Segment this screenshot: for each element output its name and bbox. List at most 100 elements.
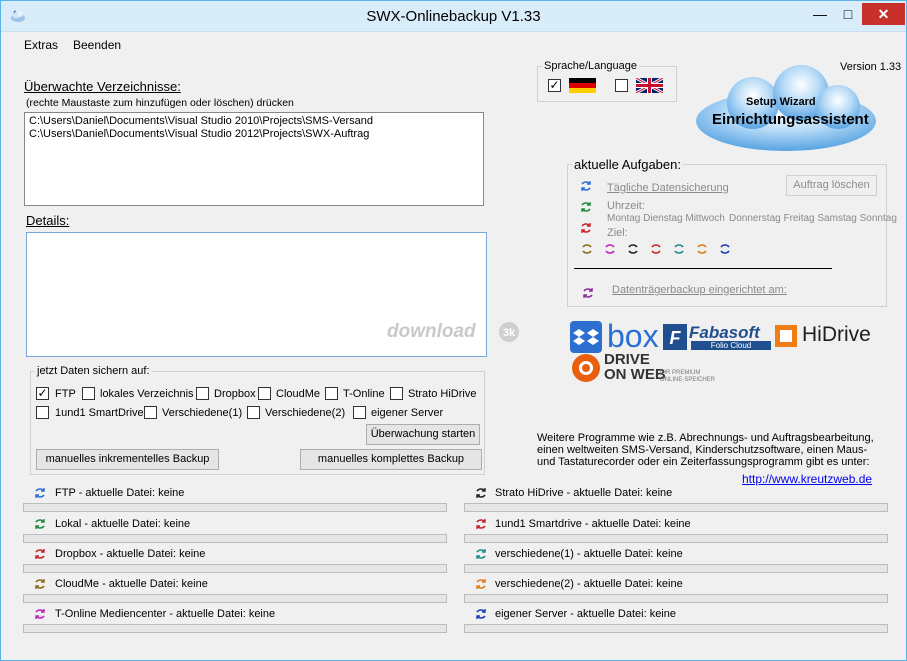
current-tasks-title: aktuelle Aufgaben: xyxy=(572,157,683,172)
verschiedene1-label: Verschiedene(1) xyxy=(162,407,243,419)
driveonweb-logo-line2[interactable]: ON WEB xyxy=(604,367,666,382)
svg-text:F: F xyxy=(670,328,682,348)
status-label: T-Online Mediencenter - aktuelle Datei: … xyxy=(55,608,276,620)
local-dir-checkbox[interactable] xyxy=(82,387,95,400)
svg-text:3k: 3k xyxy=(503,327,516,339)
promo-line-3: und Tastaturecorder oder ein Zeiterfassu… xyxy=(537,456,870,468)
driveonweb-subtitle-1: IHR PREMIUM xyxy=(660,370,701,376)
hidrive-logo-icon[interactable] xyxy=(775,325,797,347)
status-refresh-icon xyxy=(35,549,45,559)
weekdays-label: Montag Dienstag Mittwoch xyxy=(607,213,725,224)
progress-bar xyxy=(23,534,447,543)
delete-task-button[interactable]: Auftrag löschen xyxy=(786,175,877,196)
window-title: SWX-Onlinebackup V1.33 xyxy=(366,8,541,25)
fabasoft-folio-label: Folio Cloud xyxy=(691,341,771,350)
progress-bar xyxy=(23,624,447,633)
progress-bar xyxy=(464,503,888,512)
box-logo[interactable]: box xyxy=(607,319,659,353)
verschiedene1-checkbox[interactable] xyxy=(144,406,157,419)
status-label: eigener Server - aktuelle Datei: keine xyxy=(495,608,676,620)
daily-backup-link[interactable]: Tägliche Datensicherung xyxy=(607,182,729,194)
setup-wizard-cloud-icon[interactable] xyxy=(693,61,879,157)
menu-extras[interactable]: Extras xyxy=(24,38,58,52)
start-monitoring-button[interactable]: Überwachung starten xyxy=(366,424,480,445)
progress-bar xyxy=(464,534,888,543)
app-window: SWX-Onlinebackup V1.33 — □ ✕ Extras Been… xyxy=(0,0,907,661)
status-refresh-icon xyxy=(476,549,486,559)
fabasoft-logo[interactable]: Fabasoft xyxy=(689,323,760,343)
own-server-checkbox[interactable] xyxy=(353,406,366,419)
list-item[interactable]: C:\Users\Daniel\Documents\Visual Studio … xyxy=(29,115,479,128)
status-refresh-icon xyxy=(35,579,45,589)
target-icons-row xyxy=(582,244,730,254)
status-refresh-icon xyxy=(35,519,45,529)
promo-line-2: einen weltweiten SMS-Versand, Kinderschu… xyxy=(537,444,868,456)
ftp-label: FTP xyxy=(55,388,76,400)
cloudme-label: CloudMe xyxy=(276,388,321,400)
menu-beenden[interactable]: Beenden xyxy=(73,38,121,52)
verschiedene2-label: Verschiedene(2) xyxy=(265,407,346,419)
german-flag-icon[interactable] xyxy=(569,78,596,93)
t-online-label: T-Online xyxy=(343,388,385,400)
kreutzweb-link[interactable]: http://www.kreutzweb.de xyxy=(742,472,872,486)
english-checkbox[interactable] xyxy=(615,79,628,92)
uk-flag-icon[interactable] xyxy=(636,78,663,93)
status-refresh-icon xyxy=(35,488,45,498)
details-title: Details: xyxy=(26,213,70,228)
backup-targets-title: jetzt Daten sichern auf: xyxy=(35,365,152,377)
drive-backup-link[interactable]: Datenträgerbackup eingerichtet am: xyxy=(612,284,787,296)
setup-wizard-title[interactable]: Setup Wizard xyxy=(746,96,816,108)
status-label: FTP - aktuelle Datei: keine xyxy=(55,487,185,499)
status-refresh-icon xyxy=(476,609,486,619)
minimize-button[interactable]: — xyxy=(806,3,834,25)
watched-dirs-hint: (rechte Maustaste zum hinzufügen oder lö… xyxy=(26,97,294,109)
refresh-red-icon xyxy=(581,223,591,233)
driveonweb-logo-icon[interactable] xyxy=(571,353,601,383)
status-refresh-icon xyxy=(35,609,45,619)
local-dir-label: lokales Verzeichnis xyxy=(100,388,194,400)
status-label: CloudMe - aktuelle Datei: keine xyxy=(55,578,208,590)
tasks-separator xyxy=(574,268,832,269)
progress-bar xyxy=(23,594,447,603)
fabasoft-f-icon[interactable]: F xyxy=(663,324,687,350)
promo-text: Weitere Programme wie z.B. Abrechnungs- … xyxy=(537,432,874,468)
1und1-checkbox[interactable] xyxy=(36,406,49,419)
ftp-checkbox[interactable]: ✓ xyxy=(36,387,49,400)
list-item[interactable]: C:\Users\Daniel\Documents\Visual Studio … xyxy=(29,128,479,141)
watched-dirs-title: Überwachte Verzeichnisse: xyxy=(24,79,181,94)
status-label: Lokal - aktuelle Datei: keine xyxy=(55,518,191,530)
progress-bar xyxy=(23,564,447,573)
close-button[interactable]: ✕ xyxy=(862,3,905,25)
own-server-label: eigener Server xyxy=(371,407,444,419)
maximize-button[interactable]: □ xyxy=(835,3,861,25)
verschiedene2-checkbox[interactable] xyxy=(247,406,260,419)
weekdays-label-2: Donnerstag Freitag Samstag Sonntag xyxy=(729,213,897,224)
status-label: 1und1 Smartdrive - aktuelle Datei: keine xyxy=(495,518,691,530)
dropbox-logo-icon[interactable] xyxy=(570,321,602,353)
status-refresh-icon xyxy=(476,579,486,589)
status-label: verschiedene(2) - aktuelle Datei: keine xyxy=(495,578,683,590)
setup-wizard-subtitle[interactable]: Einrichtungsassistent xyxy=(712,111,869,128)
time-label: Uhrzeit: xyxy=(607,200,645,212)
full-backup-button[interactable]: manuelles komplettes Backup xyxy=(300,449,482,470)
1und1-label: 1und1 SmartDrive xyxy=(55,407,144,419)
strato-checkbox[interactable] xyxy=(390,387,403,400)
title-bar: SWX-Onlinebackup V1.33 — □ ✕ xyxy=(1,1,906,32)
incremental-backup-button[interactable]: manuelles inkrementelles Backup xyxy=(36,449,219,470)
progress-bar xyxy=(464,624,888,633)
dropbox-checkbox[interactable] xyxy=(196,387,209,400)
driveonweb-logo-line1[interactable]: DRIVE xyxy=(604,352,650,367)
progress-bar xyxy=(464,564,888,573)
german-checkbox[interactable]: ✓ xyxy=(548,79,561,92)
refresh-blue-icon xyxy=(581,181,591,191)
refresh-green-icon xyxy=(581,202,591,212)
menu-bar: Extras Beenden xyxy=(1,33,906,55)
hidrive-logo[interactable]: HiDrive xyxy=(802,323,871,347)
cloudme-checkbox[interactable] xyxy=(258,387,271,400)
t-online-checkbox[interactable] xyxy=(325,387,338,400)
watched-dirs-list[interactable]: C:\Users\Daniel\Documents\Visual Studio … xyxy=(24,112,484,206)
status-refresh-icon xyxy=(476,488,486,498)
status-label: verschiedene(1) - aktuelle Datei: keine xyxy=(495,548,683,560)
refresh-purple-icon xyxy=(583,288,593,298)
download-watermark: download xyxy=(387,321,476,342)
